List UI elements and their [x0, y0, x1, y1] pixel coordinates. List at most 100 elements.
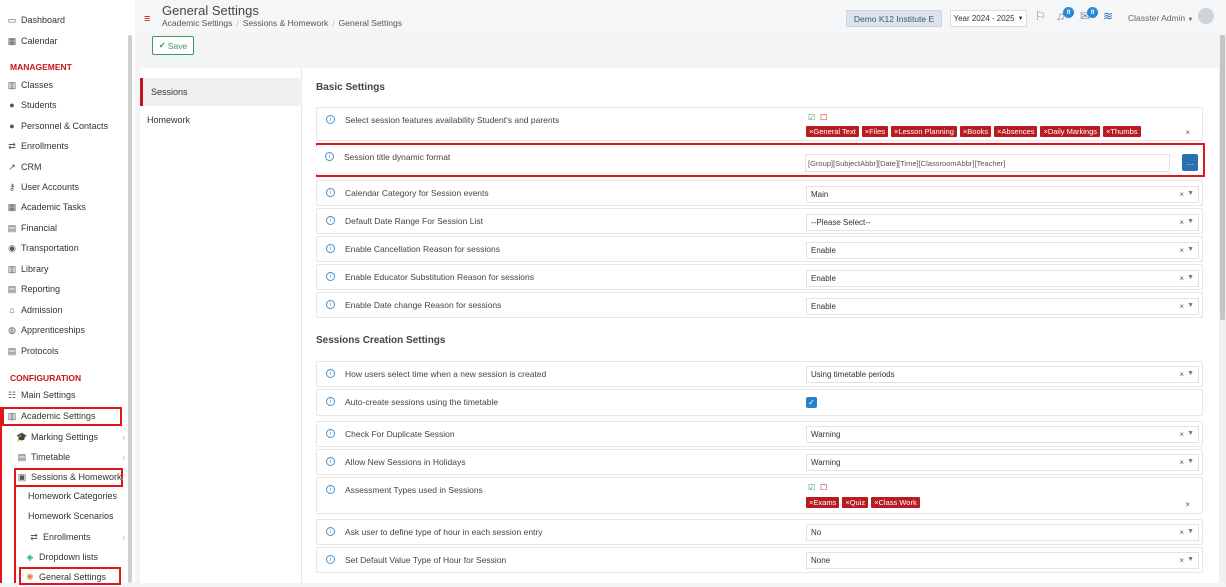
clear-icon: ×	[1179, 274, 1184, 283]
breadcrumb-item[interactable]: Academic Settings	[162, 18, 232, 28]
clear-icon[interactable]: ×	[1185, 128, 1190, 137]
sidebar-item-academic-tasks[interactable]: ▦ Academic Tasks	[6, 197, 86, 217]
date-range-select[interactable]: --Please Select-- × ▼	[806, 214, 1199, 231]
sidebar-item-financial[interactable]: ▤ Financial	[6, 218, 57, 238]
sidebar-scrollbar[interactable]	[128, 35, 132, 583]
info-icon[interactable]: i	[326, 429, 335, 438]
sidebar-item-sessions-homework[interactable]: ▣ Sessions & Homework ⌄	[16, 467, 131, 487]
sidebar-item-academic-settings[interactable]: ▥ Academic Settings	[6, 406, 96, 426]
caret-down-icon: ▼	[1187, 528, 1194, 535]
scrollbar-thumb[interactable]	[1220, 35, 1225, 320]
sidebar-item-dropdown-lists[interactable]: ◈ Dropdown lists	[24, 547, 99, 567]
sidebar-item-classes[interactable]: ▥ Classes	[6, 75, 53, 95]
save-button[interactable]: ✔ Save	[152, 36, 194, 55]
institute-button[interactable]: Demo K12 Institute E	[846, 10, 942, 27]
layers-icon[interactable]: ≋	[1103, 9, 1113, 23]
page-scrollbar[interactable]	[1219, 35, 1226, 583]
select-all-icon[interactable]: ☑	[808, 483, 815, 492]
default-hour-type-select[interactable]: None × ▼	[806, 552, 1199, 569]
sidebar-item-general-settings[interactable]: ✺ General Settings	[24, 567, 106, 587]
calendar-icon: ▦	[7, 35, 17, 46]
tag[interactable]: ×Files	[861, 126, 889, 137]
sidebar-item-homework-scenarios[interactable]: Homework Scenarios	[28, 506, 114, 526]
sidebar-item-crm[interactable]: ↗ CRM	[6, 157, 41, 177]
calendar-category-select[interactable]: Main × ▼	[806, 186, 1199, 203]
breadcrumb-item[interactable]: Sessions & Homework	[243, 18, 329, 28]
clear-icon: ×	[1179, 246, 1184, 255]
sidebar-item-enrollments[interactable]: ⇄ Enrollments	[6, 136, 68, 156]
holiday-sessions-select[interactable]: Warning × ▼	[806, 454, 1199, 471]
sidebar-item-library[interactable]: ▥ Library	[6, 259, 49, 279]
sidebar-item-timetable[interactable]: ▤ Timetable ‹	[16, 447, 131, 467]
title-format-picker-button[interactable]: ...	[1182, 154, 1198, 171]
sidebar-item-apprenticeships[interactable]: ◍ Apprenticeships	[6, 320, 85, 340]
tag[interactable]: ×Daily Markings	[1040, 126, 1101, 137]
sidebar-item-students[interactable]: ● Students	[6, 95, 56, 115]
avatar[interactable]	[1198, 8, 1214, 24]
deselect-all-icon[interactable]: ☐	[820, 113, 827, 122]
info-icon[interactable]: i	[326, 527, 335, 536]
sidebar-item-dashboard[interactable]: ▭ Dashboard	[6, 10, 65, 30]
info-icon[interactable]: i	[326, 115, 335, 124]
hour-type-select[interactable]: No × ▼	[806, 524, 1199, 541]
sidebar-item-protocols[interactable]: ▤ Protocols	[6, 341, 59, 361]
tag[interactable]: ×Absences	[994, 126, 1038, 137]
info-icon[interactable]: i	[326, 188, 335, 197]
sidebar-item-sub-enrollments[interactable]: ⇄ Enrollments ‹	[28, 527, 131, 547]
setting-label: Select session features availability Stu…	[345, 115, 560, 125]
title-format-input[interactable]: [Group][SubjectAbbr][Date][Time][Classro…	[805, 154, 1170, 172]
auto-create-checkbox[interactable]: ✓	[806, 397, 817, 408]
classes-icon: ▥	[7, 79, 17, 90]
info-icon[interactable]: i	[326, 555, 335, 564]
page-title: General Settings	[162, 3, 259, 18]
year-select[interactable]: Year 2024 - 2025 ▼	[950, 10, 1027, 27]
sidebar-item-personnel[interactable]: ● Personnel & Contacts	[6, 116, 108, 136]
sidebar-item-homework-categories[interactable]: Homework Categories	[28, 486, 117, 506]
sidebar-item-main-settings[interactable]: ☷ Main Settings	[6, 385, 76, 405]
user-menu[interactable]: Classter Admin ▼	[1128, 13, 1194, 23]
sidebar-item-reporting[interactable]: ▤ Reporting	[6, 279, 60, 299]
setting-label: Enable Cancellation Reason for sessions	[345, 244, 500, 254]
info-icon[interactable]: i	[326, 457, 335, 466]
clear-icon[interactable]: ×	[1185, 500, 1190, 509]
sidebar-item-admission[interactable]: ⌂ Admission	[6, 300, 62, 320]
info-icon[interactable]: i	[326, 397, 335, 406]
info-icon[interactable]: i	[326, 369, 335, 378]
breadcrumb: Academic Settings / Sessions & Homework / Ge…	[162, 18, 402, 28]
features-tag-input[interactable]: ×General Text ×Files ×Lesson Planning ×Book…	[806, 126, 1199, 140]
tag[interactable]: ×Thumbs	[1103, 126, 1141, 137]
cancellation-reason-select[interactable]: Enable × ▼	[806, 242, 1199, 259]
key-icon: ⚷	[8, 181, 16, 192]
tag[interactable]: ×Exams	[806, 497, 840, 508]
sidebar-item-user-accounts[interactable]: ⚷ User Accounts	[6, 177, 79, 197]
deselect-all-icon[interactable]: ☐	[820, 483, 827, 492]
tag[interactable]: ×General Text	[806, 126, 859, 137]
cog-icon: ✺	[26, 571, 34, 582]
substitution-reason-select[interactable]: Enable × ▼	[806, 270, 1199, 287]
info-icon[interactable]: i	[326, 216, 335, 225]
tag[interactable]: ×Quiz	[842, 497, 869, 508]
info-icon[interactable]: i	[326, 485, 335, 494]
sidebar-item-calendar[interactable]: ▦ Calendar	[6, 31, 58, 51]
sidebar-item-transportation[interactable]: ◉ Transportation	[6, 238, 79, 258]
nav-homework[interactable]: Homework	[140, 106, 302, 134]
tag[interactable]: ×Lesson Planning	[891, 126, 957, 137]
flag-icon[interactable]: ⚐	[1035, 9, 1046, 23]
tag[interactable]: ×Class Work	[871, 497, 920, 508]
clear-icon: ×	[1179, 190, 1184, 199]
menu-icon[interactable]: ≡	[144, 13, 150, 25]
nav-sessions[interactable]: Sessions	[140, 78, 302, 106]
info-icon[interactable]: i	[325, 152, 334, 161]
select-all-icon[interactable]: ☑	[808, 113, 815, 122]
chevron-left-icon: ‹	[122, 452, 125, 462]
date-change-reason-select[interactable]: Enable × ▼	[806, 298, 1199, 315]
assessment-tag-input[interactable]: ×Exams ×Quiz ×Class Work	[806, 497, 1199, 511]
basic-settings-title: Basic Settings	[316, 82, 385, 93]
time-method-select[interactable]: Using timetable periods × ▼	[806, 366, 1199, 383]
sidebar-item-marking-settings[interactable]: 🎓 Marking Settings ‹	[16, 427, 131, 447]
info-icon[interactable]: i	[326, 272, 335, 281]
info-icon[interactable]: i	[326, 300, 335, 309]
info-icon[interactable]: i	[326, 244, 335, 253]
tag[interactable]: ×Books	[959, 126, 992, 137]
duplicate-check-select[interactable]: Warning × ▼	[806, 426, 1199, 443]
